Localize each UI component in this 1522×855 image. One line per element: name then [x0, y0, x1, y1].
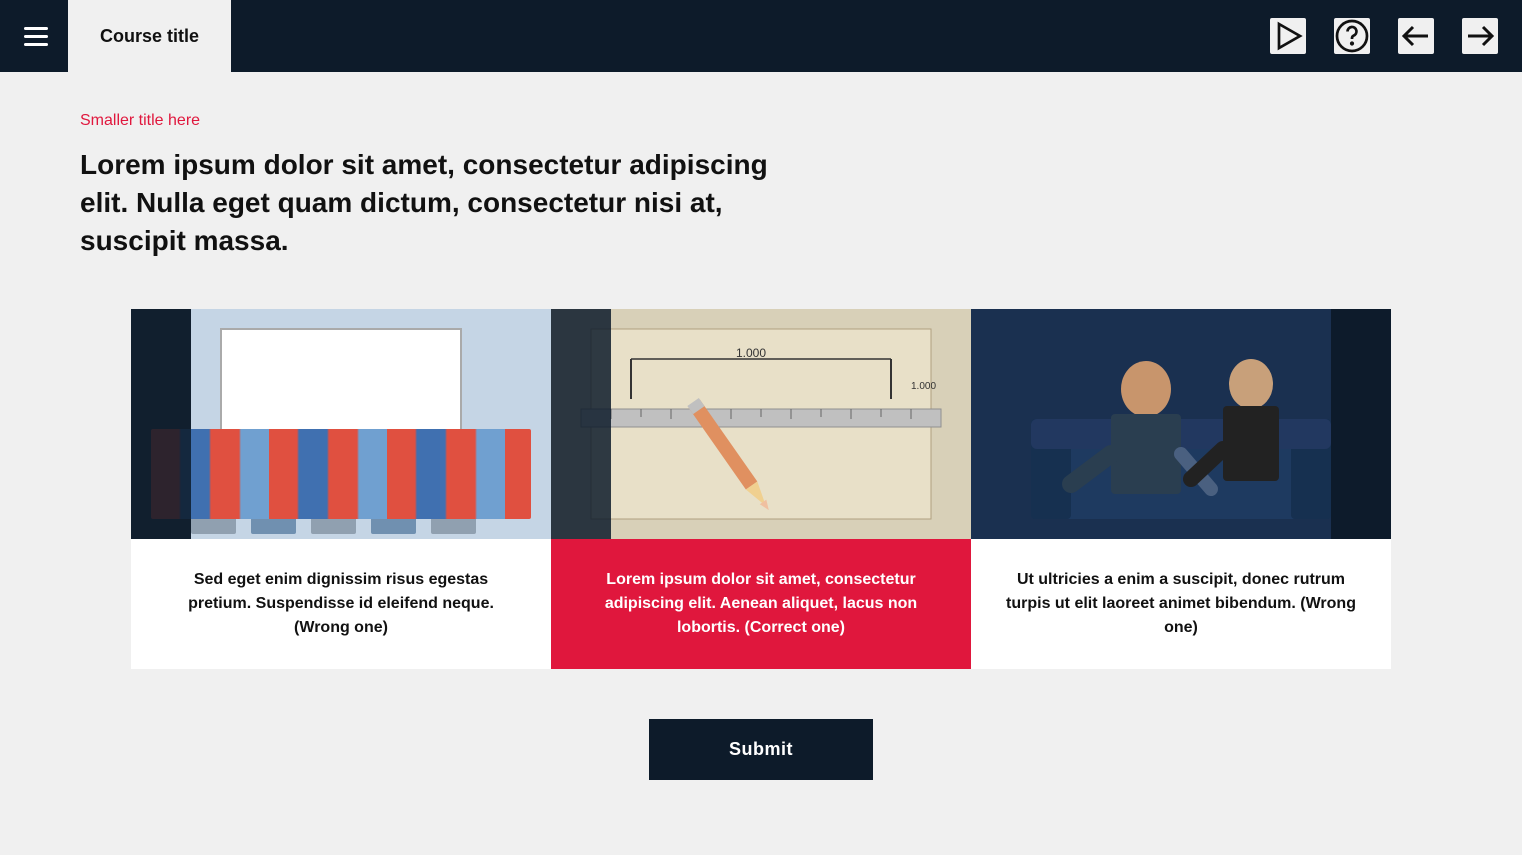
card-2-text: Lorem ipsum dolor sit amet, consectetur … [581, 568, 941, 640]
submit-button[interactable]: Submit [649, 719, 873, 780]
svg-text:1.000: 1.000 [911, 381, 936, 392]
help-button[interactable] [1334, 18, 1370, 54]
app-header: Course title [0, 0, 1522, 72]
card-1-image-wrapper [131, 309, 551, 539]
back-button[interactable] [1398, 18, 1434, 54]
answer-card-3[interactable]: Ut ultricies a enim a suscipit, donec ru… [971, 309, 1391, 669]
course-title-wrapper: Course title [68, 0, 231, 72]
card-3-body: Ut ultricies a enim a suscipit, donec ru… [971, 539, 1391, 669]
card-3-text: Ut ultricies a enim a suscipit, donec ru… [1001, 568, 1361, 640]
course-title: Course title [88, 0, 211, 72]
main-content: Smaller title here Lorem ipsum dolor sit… [0, 72, 1522, 855]
answer-card-1[interactable]: Sed eget enim dignissim risus egestas pr… [131, 309, 551, 669]
submit-row: Submit [80, 719, 1442, 780]
forward-button[interactable] [1462, 18, 1498, 54]
answer-cards-row: Sed eget enim dignissim risus egestas pr… [80, 309, 1442, 669]
svg-text:1.000: 1.000 [736, 346, 766, 360]
header-right [1270, 18, 1498, 54]
menu-button[interactable] [24, 27, 48, 46]
card-1-image [131, 309, 551, 539]
answer-card-2[interactable]: 1.000 1.000 Lorem ipsum dolor sit amet, … [551, 309, 971, 669]
card-3-image-wrapper [971, 309, 1391, 539]
card-1-body: Sed eget enim dignissim risus egestas pr… [131, 539, 551, 669]
header-left: Course title [24, 0, 231, 72]
card-3-image [971, 309, 1391, 539]
card-2-image: 1.000 1.000 [551, 309, 971, 539]
card-1-text: Sed eget enim dignissim risus egestas pr… [161, 568, 521, 640]
play-button[interactable] [1270, 18, 1306, 54]
page-subtitle: Smaller title here [80, 112, 1442, 130]
card-2-body: Lorem ipsum dolor sit amet, consectetur … [551, 539, 971, 669]
main-heading: Lorem ipsum dolor sit amet, consectetur … [80, 146, 780, 259]
card-2-image-wrapper: 1.000 1.000 [551, 309, 971, 539]
